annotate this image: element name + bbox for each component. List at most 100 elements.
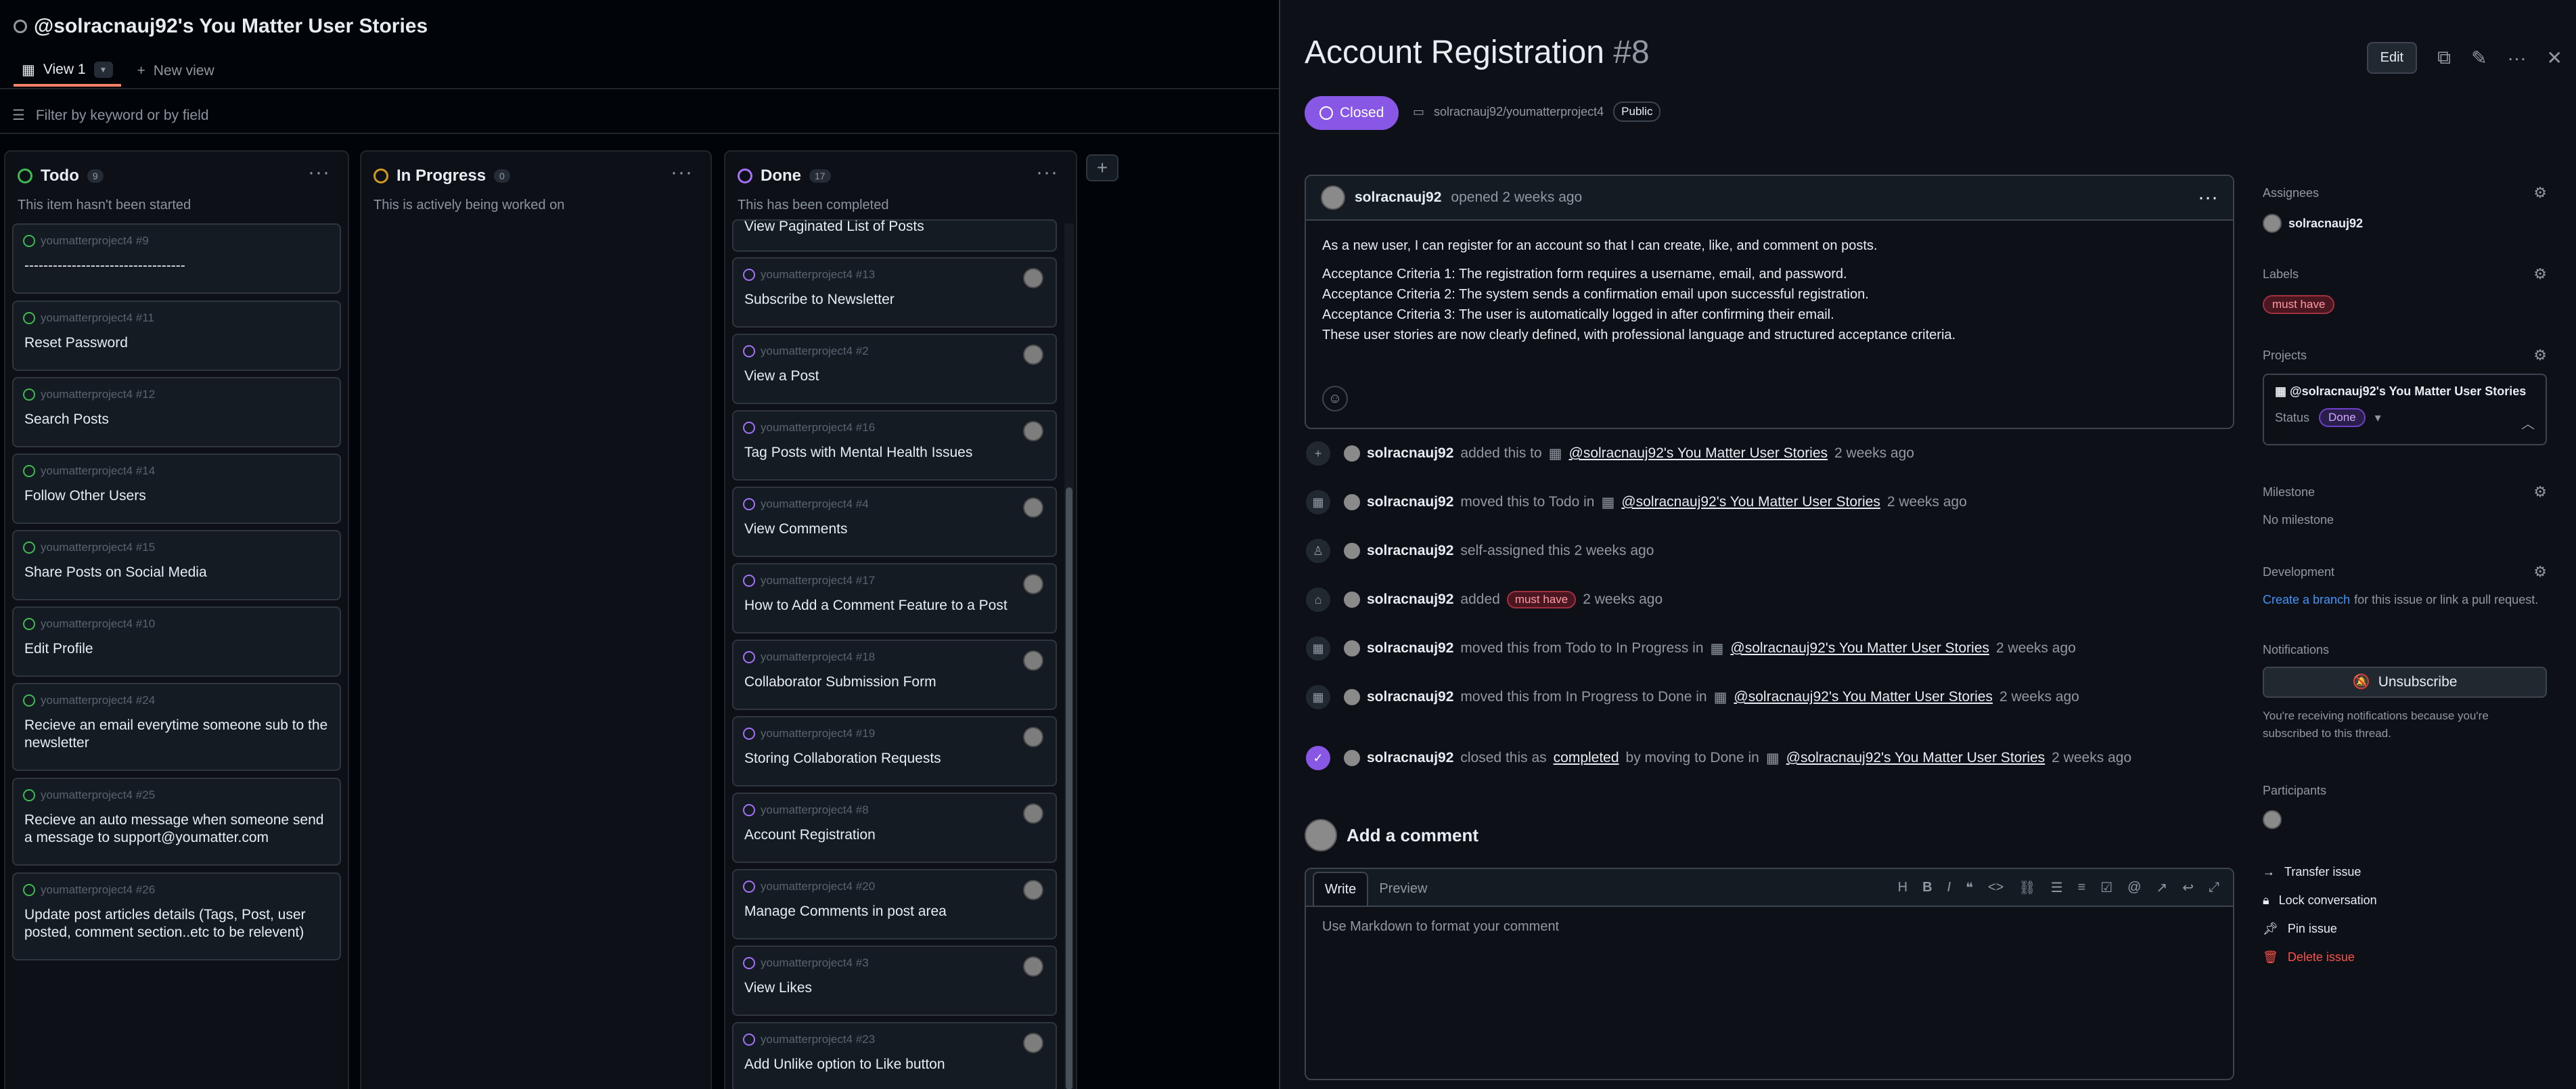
avatar[interactable] [1344,543,1360,559]
link-icon[interactable]: ⛓ [2018,879,2035,896]
edit-button[interactable]: Edit [2366,42,2418,74]
avatar[interactable] [1321,185,1345,210]
lock-conversation-link[interactable]: 🔒︎ Lock conversation [2263,893,2377,908]
board-card[interactable]: youmatterproject4 #25 Recieve an auto mes… [12,778,341,866]
avatar[interactable] [1023,803,1043,824]
board-card[interactable]: youmatterproject4 #26 Update post article… [12,872,341,960]
comment-menu-icon[interactable]: ··· [2198,186,2218,209]
board-card[interactable]: youmatterproject4 #2 View a Post [732,334,1057,404]
bullet-list-icon[interactable]: ☰ [2051,879,2063,896]
column-menu-icon[interactable]: ··· [308,161,330,184]
tab-preview[interactable]: Preview [1368,872,1438,906]
create-branch-link[interactable]: Create a branch [2263,593,2350,607]
event-user[interactable]: solracnauj92 [1367,689,1453,705]
project-link[interactable]: @solracnauj92's You Matter User Stories [1569,445,1828,462]
column-menu-icon[interactable]: ··· [1036,161,1058,184]
board-card[interactable]: youmatterproject4 #23 Add Unlike option t… [732,1022,1057,1089]
project-link[interactable]: @solracnauj92's You Matter User Stories [1621,494,1880,510]
project-link[interactable]: @solracnauj92's You Matter User Stories [1786,750,2046,766]
board-card[interactable]: youmatterproject4 #16 Tag Posts with Ment… [732,410,1057,481]
label-must-have[interactable]: must have [1506,591,1577,608]
avatar[interactable] [1023,497,1043,518]
label-must-have[interactable]: must have [2263,295,2335,314]
gear-icon[interactable]: ⚙ [2533,347,2547,364]
repo-link[interactable]: ▭ solracnauj92/youmatterproject4 Public [1413,102,1661,122]
project-link[interactable]: @solracnauj92's You Matter User Stories [1734,689,1993,705]
avatar[interactable] [1023,574,1043,594]
tab-write[interactable]: Write [1313,872,1369,906]
tab-view-1[interactable]: ▦ View 1 ▼ [14,55,121,87]
board-card[interactable]: youmatterproject4 #11 Reset Password [12,301,341,371]
avatar[interactable] [1023,1033,1043,1053]
smiley-icon[interactable]: ☺ [1322,386,1348,412]
italic-icon[interactable]: I [1947,880,1951,895]
comment-textarea[interactable] [1306,907,2233,1079]
board-card[interactable]: youmatterproject4 #4 View Comments [732,487,1057,557]
board-card[interactable]: youmatterproject4 #15 Share Posts on Soci… [12,530,341,600]
filter-input[interactable]: ☰ Filter by keyword or by field [12,107,208,124]
board-card[interactable]: youmatterproject4 #18 Collaborator Submis… [732,640,1057,710]
avatar[interactable] [1023,345,1043,365]
copy-icon[interactable]: ⧉ [2437,47,2451,69]
avatar[interactable] [1344,592,1360,608]
quote-icon[interactable]: ❝ [1966,879,1973,896]
board-card[interactable]: youmatterproject4 #19 Storing Collaborati… [732,716,1057,786]
board-card[interactable]: youmatterproject4 #8 Account Registration [732,793,1057,863]
reference-icon[interactable]: ↗ [2156,879,2167,896]
unsubscribe-button[interactable]: 🔕 Unsubscribe [2263,667,2547,698]
avatar[interactable] [1344,445,1360,462]
board-card[interactable]: youmatterproject4 #20 Manage Comments in … [732,869,1057,939]
gear-icon[interactable]: ⚙ [2533,265,2547,283]
board-card[interactable]: youmatterproject4 #3 View Likes [732,946,1057,1016]
board-card[interactable]: youmatterproject4 #12 Search Posts [12,377,341,447]
avatar[interactable] [1023,727,1043,747]
pin-issue-link[interactable]: 📌︎ Pin issue [2263,922,2337,936]
numbered-list-icon[interactable]: ≡ [2078,880,2086,895]
event-user[interactable]: solracnauj92 [1367,543,1453,559]
caret-down-icon[interactable]: ▾ [2375,411,2381,425]
project-link[interactable]: @solracnauj92's You Matter User Stories [1730,640,1989,657]
status-pill[interactable]: Done [2319,408,2366,427]
delete-issue-link[interactable]: 🗑︎ Delete issue [2263,950,2355,964]
assignee[interactable]: solracnauj92 [2263,214,2547,233]
board-card[interactable]: youmatterproject4 #24 Recieve an email ev… [12,683,341,771]
board-card[interactable]: View Paginated List of Posts [732,219,1057,252]
event-user[interactable]: solracnauj92 [1367,750,1453,766]
board-card[interactable]: youmatterproject4 #13 Subscribe to Newsle… [732,257,1057,328]
event-user[interactable]: solracnauj92 [1367,592,1453,608]
avatar[interactable] [1023,421,1043,441]
event-user[interactable]: solracnauj92 [1367,640,1453,657]
transfer-issue-link[interactable]: → Transfer issue [2263,865,2361,879]
project-name[interactable]: ▦ @solracnauj92's You Matter User Storie… [2275,384,2535,399]
avatar[interactable] [1344,689,1360,705]
column-scrollbar[interactable] [1064,223,1074,1089]
board-card[interactable]: youmatterproject4 #9 --------------------… [12,223,341,294]
board-card[interactable]: youmatterproject4 #14 Follow Other Users [12,453,341,524]
task-list-icon[interactable]: ☑ [2100,879,2112,896]
event-user[interactable]: solracnauj92 [1367,494,1453,510]
column-menu-icon[interactable]: ··· [671,161,693,184]
avatar[interactable] [1023,956,1043,977]
close-icon[interactable]: ✕ [2547,47,2562,69]
gear-icon[interactable]: ⚙ [2533,483,2547,501]
avatar[interactable] [1344,640,1360,657]
author-name[interactable]: solracnauj92 [1355,190,1441,206]
more-icon[interactable]: ··· [2508,47,2527,69]
bold-icon[interactable]: B [1922,880,1932,895]
avatar[interactable] [1344,494,1360,510]
chevron-up-icon[interactable]: ︿ [2521,413,2535,432]
mention-icon[interactable]: @ [2127,880,2141,895]
fullscreen-icon[interactable]: ⤢ [2209,880,2219,895]
gear-icon[interactable]: ⚙ [2533,563,2547,581]
add-column-button[interactable]: + [1086,154,1118,181]
avatar[interactable] [1023,268,1043,288]
event-user[interactable]: solracnauj92 [1367,445,1453,462]
chevron-down-icon[interactable]: ▼ [93,62,113,78]
board-card[interactable]: youmatterproject4 #17 How to Add a Commen… [732,563,1057,634]
board-card[interactable]: youmatterproject4 #10 Edit Profile [12,606,341,677]
avatar[interactable] [1023,880,1043,900]
pin-icon[interactable]: ✎ [2471,47,2487,69]
avatar[interactable] [1023,650,1043,671]
reply-icon[interactable]: ↩ [2182,879,2194,896]
completed-link[interactable]: completed [1554,750,1619,766]
